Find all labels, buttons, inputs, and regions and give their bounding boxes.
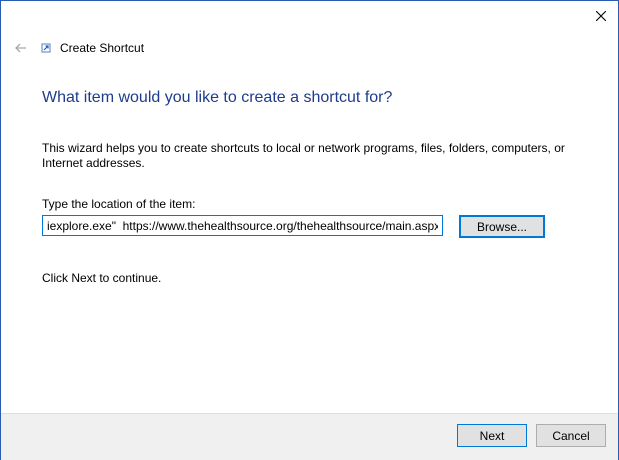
location-input[interactable] [42,215,443,236]
cancel-button[interactable]: Cancel [536,424,606,447]
back-button[interactable] [12,39,30,57]
next-button[interactable]: Next [457,424,527,447]
shortcut-icon [41,43,51,53]
wizard-header: Create Shortcut [12,38,144,58]
back-arrow-icon [15,43,26,53]
window-title: Create Shortcut [60,41,145,55]
continue-hint: Click Next to continue. [42,271,162,285]
create-shortcut-window: Create Shortcut What item would you like… [0,0,619,460]
close-button[interactable] [588,3,614,29]
close-icon [596,11,606,21]
wizard-heading: What item would you like to create a sho… [42,89,393,106]
location-label: Type the location of the item: [42,197,196,211]
browse-button[interactable]: Browse... [459,215,545,238]
wizard-description: This wizard helps you to create shortcut… [42,141,565,170]
